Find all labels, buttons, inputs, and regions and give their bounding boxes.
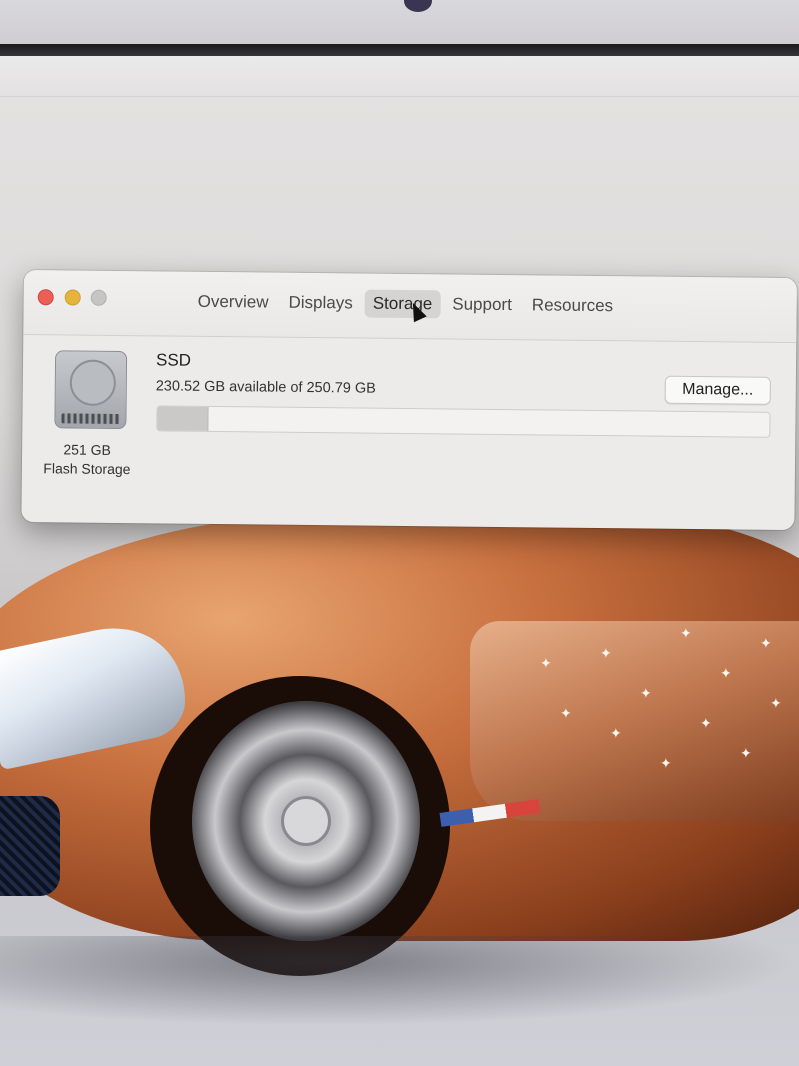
capacity-label: 251 GB	[63, 441, 111, 458]
star-icon: ✦	[660, 755, 672, 771]
tab-overview[interactable]: Overview	[190, 288, 277, 317]
tab-resources[interactable]: Resources	[524, 291, 622, 320]
tab-support[interactable]: Support	[444, 290, 520, 319]
wallpaper-car-door	[470, 621, 799, 821]
window-titlebar[interactable]: Overview Displays Storage Support Resour…	[23, 270, 797, 344]
camera-icon	[404, 0, 432, 12]
hard-drive-icon	[54, 350, 128, 430]
disk-platter	[69, 359, 117, 406]
star-icon: ✦	[700, 715, 712, 731]
storage-usage-bar	[156, 405, 771, 438]
tab-storage[interactable]: Storage	[364, 289, 441, 319]
monitor-bezel	[0, 0, 799, 46]
available-space-text: 230.52 GB available of 250.79 GB	[155, 378, 376, 397]
star-icon: ✦	[540, 655, 552, 671]
star-icon: ✦	[760, 635, 772, 651]
minimize-button[interactable]	[64, 289, 81, 306]
tab-displays[interactable]: Displays	[280, 289, 361, 318]
tab-bar: Overview Displays Storage Support Resour…	[190, 288, 622, 321]
wallpaper-shadow	[0, 936, 799, 1026]
wallpaper-wheel-hub	[281, 796, 331, 846]
zoom-button[interactable]	[90, 289, 107, 306]
close-button[interactable]	[37, 289, 54, 306]
drive-name: SSD	[155, 350, 192, 370]
storage-usage-fill	[157, 406, 209, 431]
star-icon: ✦	[610, 725, 622, 741]
storage-type-label: Flash Storage	[43, 460, 131, 478]
disk-connector	[61, 413, 120, 425]
menu-bar	[0, 56, 799, 97]
desktop: ✦ ✦ ✦ ✦ ✦ ✦ ✦ ✦ ✦ ✦ ✦ ✦	[0, 56, 799, 1066]
star-icon: ✦	[560, 705, 572, 721]
star-icon: ✦	[770, 695, 782, 711]
star-icon: ✦	[720, 665, 732, 681]
about-this-mac-window: Overview Displays Storage Support Resour…	[21, 270, 797, 531]
star-icon: ✦	[640, 685, 652, 701]
star-icon: ✦	[740, 745, 752, 761]
wallpaper-grille	[0, 796, 60, 896]
manage-button[interactable]: Manage...	[664, 375, 771, 405]
disk-size-label: 251 GB Flash Storage	[22, 440, 152, 479]
star-icon: ✦	[680, 625, 692, 641]
star-icon: ✦	[600, 645, 612, 661]
storage-panel: 251 GB Flash Storage SSD 230.52 GB avail…	[21, 334, 796, 530]
